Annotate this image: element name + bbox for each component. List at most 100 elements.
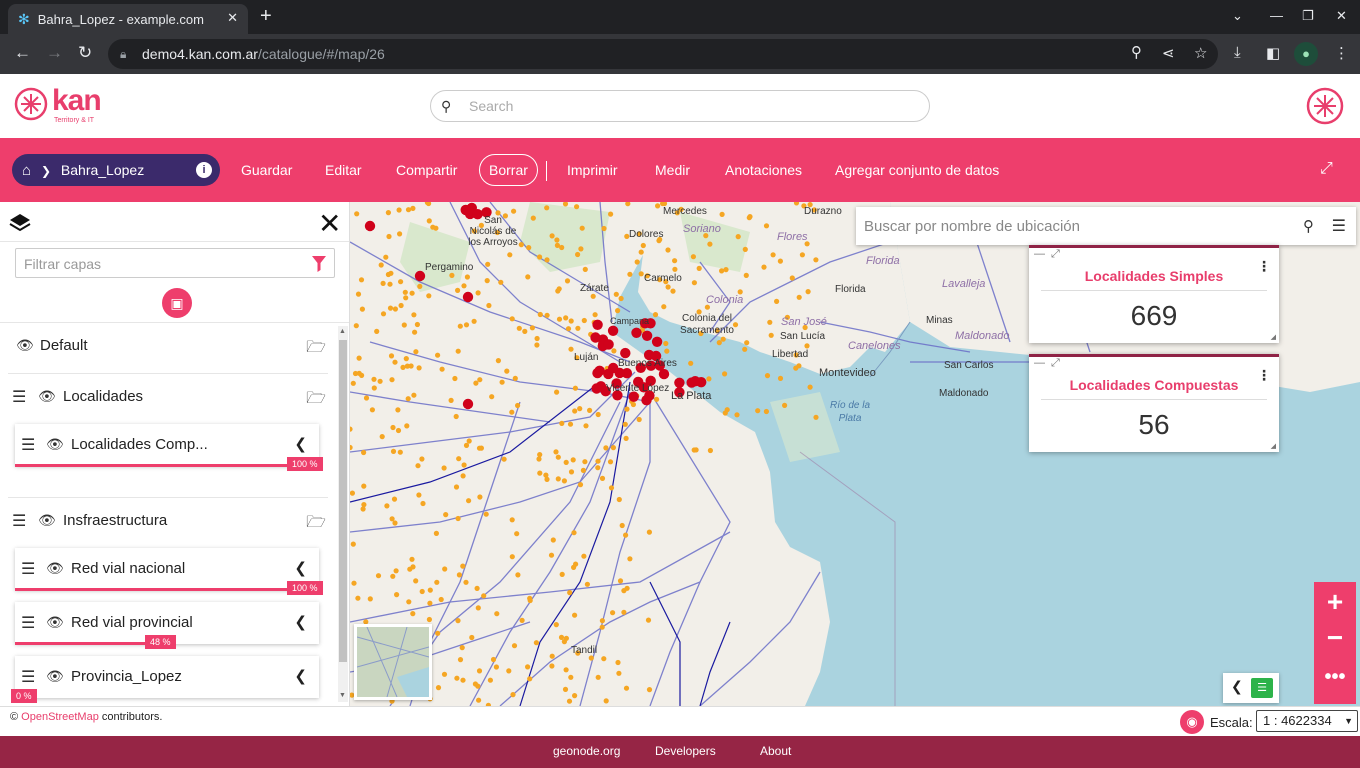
url-field[interactable]: 🔒︎ demo4.kan.com.ar/catalogue/#/map/26 <box>108 39 1218 69</box>
forward-arrow-icon[interactable]: → <box>46 43 63 63</box>
search-options-menu-icon[interactable]: ☰ <box>1332 216 1346 236</box>
locality-point <box>799 252 805 258</box>
back-arrow-icon[interactable]: ← <box>14 43 31 63</box>
locality-point <box>767 319 773 325</box>
minimize-button[interactable]: — <box>1270 8 1283 23</box>
search-icon[interactable]: ⚲ <box>1303 217 1314 235</box>
chevron-left-icon[interactable]: ❮ <box>294 613 307 631</box>
kan-logo-icon[interactable] <box>14 87 48 121</box>
about-link[interactable]: About <box>760 744 791 758</box>
locality-point <box>441 671 448 677</box>
drag-handle-icon[interactable]: ☰ <box>21 667 35 687</box>
scrollbar-thumb[interactable] <box>339 340 347 662</box>
download-icon[interactable]: ⤓ <box>1234 44 1241 61</box>
chevron-left-icon[interactable]: ❮ <box>294 435 307 453</box>
map-viewport[interactable]: Mercedes Durazno San Nicolás de los Arro… <box>350 202 1360 706</box>
filter-layers-input[interactable] <box>24 254 304 274</box>
chevron-left-icon[interactable]: ❮ <box>294 667 307 685</box>
chevron-left-icon[interactable]: ❮ <box>1231 678 1243 695</box>
share-icon[interactable]: ⋖ <box>1162 44 1175 62</box>
tab-close-icon[interactable]: ✕ <box>227 10 238 26</box>
locality-point <box>419 456 425 462</box>
user-menu-logo-icon[interactable] <box>1306 87 1344 125</box>
visibility-eye-icon[interactable]: 👁︎ <box>46 560 64 577</box>
bookmark-star-icon[interactable]: ☆ <box>1194 44 1207 62</box>
delete-button[interactable]: Borrar <box>479 154 538 186</box>
visibility-eye-icon[interactable]: 👁︎ <box>46 436 64 453</box>
layer-item-provincia-lopez[interactable]: ☰ 👁︎ Provincia_Lopez ❮ <box>15 656 319 698</box>
visibility-eye-icon[interactable]: 👁︎ <box>46 614 64 631</box>
reload-icon[interactable]: ↻ <box>78 43 92 63</box>
fullscreen-icon[interactable]: ⤢ <box>1320 160 1333 178</box>
add-dataset-button[interactable]: Agregar conjunto de datos <box>835 154 999 186</box>
folder-open-icon[interactable]: 🗁︎ <box>306 511 326 538</box>
layer-group-localidades[interactable]: ☰ 👁︎ Localidades 🗁︎ <box>0 375 336 419</box>
drag-handle-icon[interactable]: ☰ <box>12 387 26 407</box>
scroll-up-icon[interactable]: ▲ <box>339 328 346 335</box>
visibility-eye-icon[interactable]: 👁︎ <box>38 388 56 405</box>
search-icon[interactable]: ⚲ <box>441 98 451 115</box>
opacity-value: 48 % <box>145 635 176 649</box>
drag-handle-icon[interactable]: ☰ <box>21 559 35 579</box>
expand-icon[interactable]: ⤢ <box>1051 357 1060 370</box>
overview-minimap[interactable] <box>354 624 432 700</box>
minimize-icon[interactable]: — <box>1034 248 1045 260</box>
zoom-out-icon[interactable]: − <box>1314 622 1356 654</box>
visibility-eye-icon[interactable]: 👁︎ <box>46 668 64 685</box>
opacity-slider[interactable] <box>15 464 319 467</box>
drag-handle-icon[interactable]: ☰ <box>21 613 35 633</box>
minimize-icon[interactable]: — <box>1034 357 1045 369</box>
more-options-icon[interactable]: ••• <box>1314 666 1356 689</box>
layer-group-default[interactable]: 👁︎ Default 🗁︎ <box>0 324 336 368</box>
browser-tab[interactable]: ✻ Bahra_Lopez - example.com ✕ <box>8 4 248 34</box>
opacity-slider[interactable] <box>15 588 319 591</box>
close-panel-icon[interactable]: ✕ <box>318 210 341 238</box>
home-icon[interactable]: ⌂ <box>22 162 31 179</box>
geonode-link[interactable]: geonode.org <box>553 744 620 758</box>
chevron-left-icon[interactable]: ❮ <box>294 559 307 577</box>
legend-toggle[interactable]: ❮ ☰ <box>1223 673 1279 703</box>
new-tab-button[interactable]: + <box>260 5 272 28</box>
print-button[interactable]: Imprimir <box>567 154 618 186</box>
browser-menu-icon[interactable]: ⋮ <box>1334 44 1349 62</box>
locality-point <box>466 498 472 504</box>
tab-search-icon[interactable]: ⌄ <box>1232 8 1243 24</box>
search-input[interactable] <box>469 96 909 116</box>
locality-point <box>627 556 633 562</box>
expand-icon[interactable]: ⤢ <box>1051 248 1060 261</box>
zoom-in-icon[interactable]: + <box>1314 586 1356 618</box>
visibility-eye-icon[interactable]: 👁︎ <box>16 337 34 354</box>
location-pin-icon[interactable]: ⚲ <box>1131 43 1142 61</box>
layers-scrollbar[interactable]: ▲ ▼ <box>338 326 348 702</box>
layer-group-infraestructura[interactable]: ☰ 👁︎ Insfraestructura 🗁︎ <box>0 499 336 543</box>
folder-open-icon[interactable]: 🗁︎ <box>306 387 326 414</box>
visibility-eye-icon[interactable]: 👁︎ <box>38 512 56 529</box>
opacity-slider[interactable] <box>15 642 161 645</box>
add-group-folder-icon[interactable]: ▣ <box>162 288 192 318</box>
profile-avatar[interactable]: ● <box>1294 42 1318 66</box>
close-window-button[interactable]: ✕ <box>1336 8 1347 24</box>
mouse-position-icon[interactable]: ◉ <box>1180 710 1204 734</box>
restore-button[interactable]: ❐ <box>1302 8 1314 24</box>
edit-button[interactable]: Editar <box>325 154 362 186</box>
folder-open-icon[interactable]: 🗁︎ <box>306 336 326 363</box>
drag-handle-icon[interactable]: ☰ <box>21 435 35 455</box>
layer-item-localidades-compuestas[interactable]: ☰ 👁︎ Localidades Comp... ❮ <box>15 424 319 466</box>
annotations-button[interactable]: Anotaciones <box>725 154 802 186</box>
map-label: Flores <box>777 231 808 243</box>
save-button[interactable]: Guardar <box>241 154 292 186</box>
scale-select[interactable]: 1 : 4622334 ▼ <box>1256 710 1358 732</box>
legend-list-icon[interactable]: ☰ <box>1251 678 1273 698</box>
info-icon[interactable]: i <box>196 162 212 178</box>
layer-item-red-vial-nacional[interactable]: ☰ 👁︎ Red vial nacional ❮ <box>15 548 319 590</box>
developers-link[interactable]: Developers <box>655 744 716 758</box>
side-panel-icon[interactable]: ◧ <box>1266 44 1280 62</box>
scroll-down-icon[interactable]: ▼ <box>339 692 346 699</box>
resize-handle-icon[interactable]: ◢ <box>1271 333 1276 341</box>
resize-handle-icon[interactable]: ◢ <box>1271 442 1276 450</box>
openstreetmap-link[interactable]: OpenStreetMap <box>21 711 99 723</box>
measure-button[interactable]: Medir <box>655 154 690 186</box>
share-button[interactable]: Compartir <box>396 154 457 186</box>
drag-handle-icon[interactable]: ☰ <box>12 511 26 531</box>
location-search-input[interactable] <box>864 216 1284 236</box>
